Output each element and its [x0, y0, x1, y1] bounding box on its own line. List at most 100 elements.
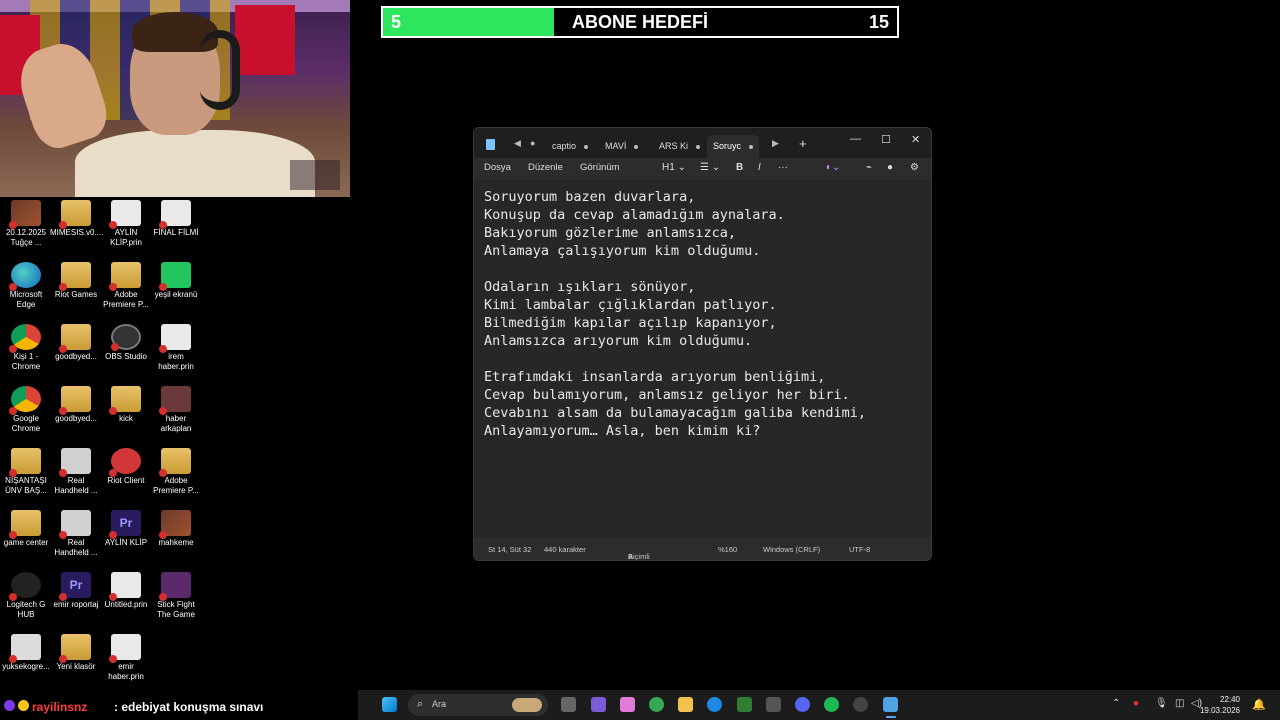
calculator-icon[interactable]: [766, 697, 781, 712]
desktop-icon[interactable]: goodbyed...: [50, 324, 102, 362]
notepad-status-bar: St 14, Süt 32 440 karakter A Biçimli %16…: [474, 538, 931, 560]
menu-file[interactable]: Dosya: [484, 162, 511, 173]
desktop-icon[interactable]: irem haber.prin: [150, 324, 202, 372]
desktop-icon[interactable]: kick: [100, 386, 152, 424]
obs-taskbar-icon[interactable]: [853, 697, 868, 712]
sync-error-icon: [59, 531, 67, 539]
taskbar-search[interactable]: ⌕ Ara: [408, 694, 548, 716]
widgets-app-icon[interactable]: [591, 697, 606, 712]
stick-icon: [159, 572, 191, 601]
desktop-icon[interactable]: Kişi 1 - Chrome: [0, 324, 52, 372]
desktop-icon[interactable]: MIMESIS.v0....: [50, 200, 103, 238]
tab-scroll-right-icon[interactable]: ▶: [772, 138, 779, 149]
line-ending[interactable]: Windows (CRLF): [763, 545, 820, 554]
desktop-icon[interactable]: Real Handheld ...: [50, 510, 102, 558]
tab-captio[interactable]: captio: [546, 135, 594, 158]
file-explorer-icon[interactable]: [678, 697, 693, 712]
desktop-icon[interactable]: Microsoft Edge: [0, 262, 52, 310]
settings-gear-icon[interactable]: ⚙: [910, 162, 919, 173]
xbox-icon[interactable]: [737, 697, 752, 712]
desktop-icon[interactable]: Stick Fight The Game: [150, 572, 202, 620]
desktop-icon-label: Untitled.prin: [104, 600, 148, 609]
tab-soruyorum[interactable]: Soruyc: [707, 135, 759, 158]
desktop-icon[interactable]: Google Chrome: [0, 386, 52, 434]
desktop-icon[interactable]: emir haber.prin: [100, 634, 152, 682]
heading-label: H1: [662, 162, 675, 173]
announcement-icon[interactable]: ⌁: [866, 162, 872, 173]
start-button[interactable]: [382, 697, 397, 712]
notepad-taskbar-icon[interactable]: [883, 697, 898, 712]
desktop-icon[interactable]: game center: [0, 510, 52, 548]
desktop-icon[interactable]: Real Handheld ...: [50, 448, 102, 496]
desktop-icon[interactable]: Adobe Premiere P...: [150, 448, 202, 496]
tab-label: MAVİ: [605, 141, 627, 151]
edge-taskbar-icon[interactable]: [707, 697, 722, 712]
sync-error-icon: [109, 593, 117, 601]
doc-icon: [159, 324, 191, 353]
minimize-button[interactable]: —: [850, 133, 861, 145]
obs-icon: [111, 324, 141, 351]
chrome-icon: [9, 386, 41, 415]
close-button[interactable]: ✕: [911, 133, 920, 146]
folder-icon: [59, 634, 91, 663]
poem-line: Odaların ışıkları sönüyor,: [484, 279, 696, 295]
more-options-button[interactable]: ···: [778, 162, 788, 173]
taskbar-clock[interactable]: 22:40 19.03.2026: [1200, 694, 1240, 716]
desktop-icon[interactable]: Adobe Premiere P...: [100, 262, 152, 310]
notification-bell-icon[interactable]: 🔔: [1252, 698, 1266, 711]
desktop-icon[interactable]: haber arkaplan: [150, 386, 202, 434]
desktop-icon[interactable]: Pr AYLİN KLİP: [100, 510, 152, 548]
desktop-icon[interactable]: Untitled.prin: [100, 572, 152, 610]
task-view-icon[interactable]: [561, 697, 576, 712]
desktop-icon[interactable]: 20.12.2025 Tuğçe ...: [0, 200, 52, 248]
tab-ars[interactable]: ARS Ki: [653, 135, 706, 158]
copilot-app-icon[interactable]: [620, 697, 635, 712]
desktop-icon[interactable]: NİŞANTAŞI ÜNV BAŞ...: [0, 448, 52, 496]
desktop-icon-label: AYLİN KLİP: [104, 538, 148, 547]
discord-icon[interactable]: [795, 697, 810, 712]
tab-mavi[interactable]: MAVİ: [599, 135, 644, 158]
desktop-icon[interactable]: FİNAL FİLMİ: [150, 200, 202, 238]
new-tab-button[interactable]: +: [799, 136, 807, 151]
maximize-button[interactable]: ☐: [881, 133, 891, 146]
tab-scroll-left-icon[interactable]: ◀: [514, 138, 521, 149]
encoding[interactable]: UTF-8: [849, 545, 870, 554]
desktop-icon[interactable]: OBS Studio: [100, 324, 152, 362]
desktop-icon-label: Riot Games: [54, 290, 98, 299]
account-avatar-icon[interactable]: ●: [887, 162, 893, 173]
desktop-icon[interactable]: AYLİN KLİP.prin: [100, 200, 152, 248]
bold-button[interactable]: B: [736, 162, 743, 173]
notepad-tab-bar: ◀ ● captio MAVİ ARS Ki Soruyc ▶ + — ☐ ✕: [474, 128, 931, 158]
desktop-icon-label: emir roportaj: [53, 600, 99, 609]
heading-dropdown[interactable]: H1 ⌄: [662, 162, 686, 173]
desktop-icon[interactable]: goodbyed...: [50, 386, 102, 424]
list-dropdown-icon[interactable]: ☰ ⌄: [700, 162, 720, 173]
chrome-taskbar-icon[interactable]: [649, 697, 664, 712]
zoom-level[interactable]: %160: [718, 545, 737, 554]
menu-edit[interactable]: Düzenle: [528, 162, 563, 173]
desktop-icon-label: Real Handheld ...: [54, 476, 98, 495]
notepad-text-area[interactable]: Soruyorum bazen duvarlara, Konuşup da cev…: [484, 188, 921, 458]
microphone-icon[interactable]: 🎙: [1155, 698, 1168, 709]
desktop-icon-label: Google Chrome: [11, 414, 41, 433]
copilot-icon[interactable]: ◐⌄: [826, 162, 840, 173]
desktop-icon[interactable]: yeşil ekranü: [150, 262, 202, 300]
folder-icon: [59, 386, 91, 415]
desktop-icon[interactable]: Riot Client: [100, 448, 152, 486]
desktop-icon[interactable]: Pr emir roportaj: [50, 572, 102, 610]
tab-label: captio: [552, 141, 577, 151]
notepad-window[interactable]: ◀ ● captio MAVİ ARS Ki Soruyc ▶ + — ☐ ✕ …: [473, 127, 932, 561]
poem-line: Bilmediğim kapılar açılıp kapanıyor,: [484, 315, 777, 331]
network-icon[interactable]: ◫: [1175, 698, 1184, 709]
desktop-icon[interactable]: yuksekogre...: [0, 634, 52, 672]
desktop-icon[interactable]: Yeni klasör: [50, 634, 102, 672]
italic-button[interactable]: I: [758, 162, 761, 173]
tray-app-icon[interactable]: ●: [1133, 698, 1139, 709]
sync-error-icon: [9, 221, 17, 229]
desktop-icon[interactable]: Logitech G HUB: [0, 572, 52, 620]
desktop-icon[interactable]: Riot Games: [50, 262, 102, 300]
menu-view[interactable]: Görünüm: [580, 162, 620, 173]
spotify-icon[interactable]: [824, 697, 839, 712]
tray-overflow-icon[interactable]: ⌃: [1112, 698, 1120, 709]
desktop-icon[interactable]: mahkeme: [150, 510, 202, 548]
